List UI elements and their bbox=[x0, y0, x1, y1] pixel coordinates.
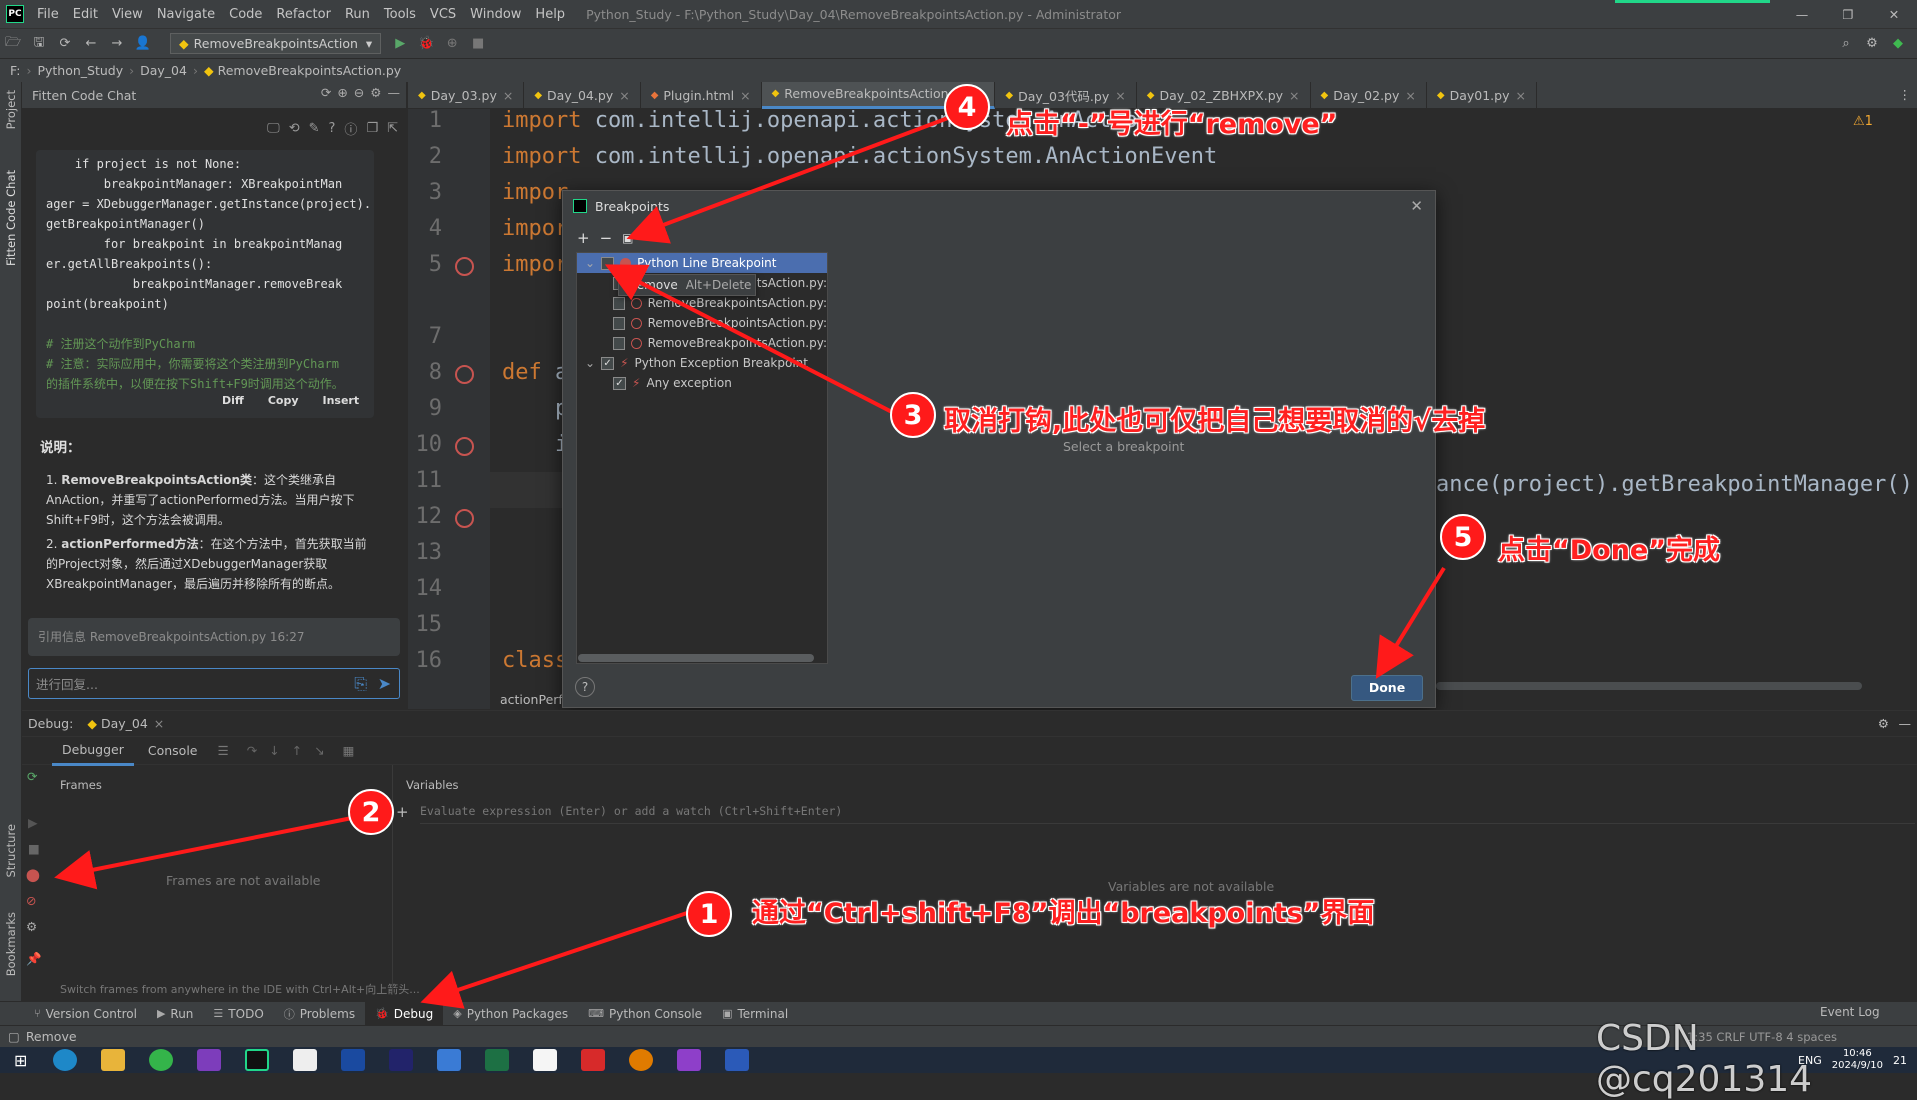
step-5-badge: 5 bbox=[1440, 514, 1486, 560]
step-4-text: 点击“-”号进行“remove” bbox=[1006, 109, 1338, 140]
arrow-3 bbox=[604, 264, 893, 414]
step-2-badge: 2 bbox=[348, 789, 394, 835]
step-3-text: 取消打钩,此处也可仅把自己想要取消的√去掉 bbox=[944, 406, 1486, 437]
arrow-5 bbox=[1375, 566, 1446, 679]
step-3-badge: 3 bbox=[890, 392, 936, 438]
arrow-2 bbox=[54, 816, 353, 890]
step-1-badge: 1 bbox=[686, 891, 732, 937]
arrow-1 bbox=[420, 910, 691, 1009]
step-5-text: 点击“Done”完成 bbox=[1498, 535, 1720, 566]
arrow-4 bbox=[626, 116, 949, 244]
step-4-badge: 4 bbox=[944, 84, 990, 130]
step-1-text: 通过“Ctrl+shift+F8”调出“breakpoints”界面 bbox=[752, 898, 1375, 929]
